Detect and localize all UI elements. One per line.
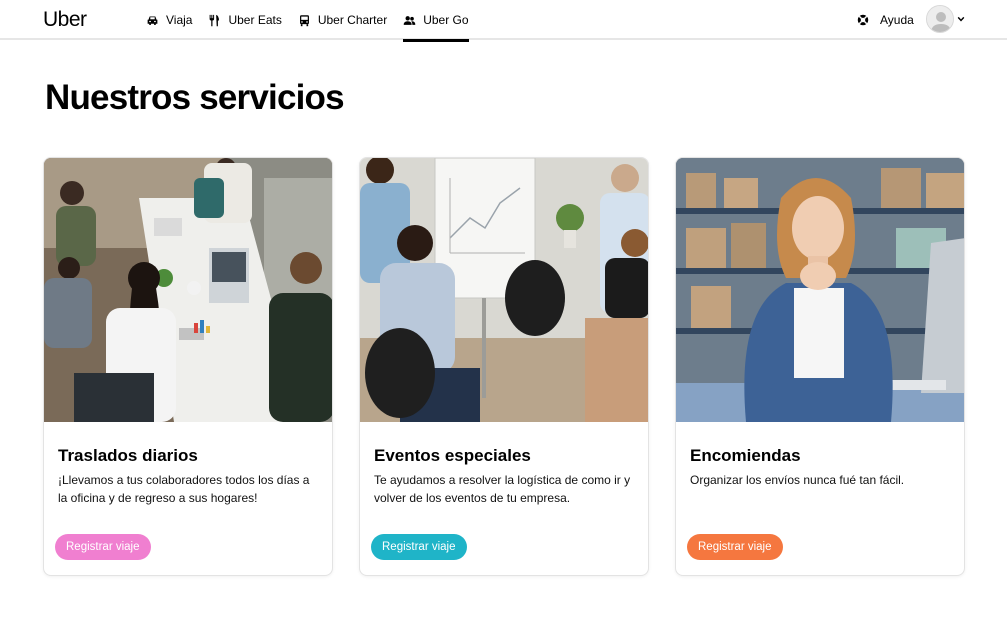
presentation-event-photo bbox=[360, 158, 648, 422]
car-icon bbox=[147, 15, 158, 25]
card-description: ¡Llevamos a tus colaboradores todos los … bbox=[58, 473, 310, 505]
card-description: Te ayudamos a resolver la logística de c… bbox=[374, 473, 631, 505]
user-silhouette-icon bbox=[927, 6, 953, 32]
register-trip-button[interactable]: Registrar viaje bbox=[687, 534, 783, 560]
nav-item-label: Uber Go bbox=[423, 13, 469, 27]
main-nav: Viaja Uber Eats Uber Charter Uber Go bbox=[146, 0, 485, 42]
nav-item-uber-eats[interactable]: Uber Eats bbox=[208, 0, 282, 40]
nav-item-uber-charter[interactable]: Uber Charter bbox=[298, 0, 387, 40]
lifebuoy-icon bbox=[857, 14, 869, 26]
card-title: Encomiendas bbox=[690, 446, 801, 465]
service-card-encomiendas: Encomiendas Organizar los envíos nunca f… bbox=[675, 157, 965, 576]
service-card-traslados: Traslados diarios ¡Llevamos a tus colabo… bbox=[43, 157, 333, 576]
nav-item-viaja[interactable]: Viaja bbox=[146, 0, 192, 40]
avatar bbox=[926, 5, 954, 33]
chevron-down-icon bbox=[957, 16, 965, 22]
help-label: Ayuda bbox=[880, 13, 914, 27]
uber-logo[interactable]: Uber bbox=[43, 8, 87, 32]
fork-knife-icon bbox=[210, 14, 220, 26]
account-menu[interactable] bbox=[926, 5, 965, 33]
top-navigation-bar: Uber Viaja Uber Eats Uber Charter Uber G… bbox=[0, 0, 1007, 42]
warehouse-woman-photo bbox=[676, 158, 964, 422]
register-trip-button[interactable]: Registrar viaje bbox=[371, 534, 467, 560]
bus-icon bbox=[299, 14, 309, 26]
service-card-eventos: Eventos especiales Te ayudamos a resolve… bbox=[359, 157, 649, 576]
register-trip-button[interactable]: Registrar viaje bbox=[55, 534, 151, 560]
card-title: Traslados diarios bbox=[58, 446, 198, 465]
nav-item-uber-go[interactable]: Uber Go bbox=[403, 0, 469, 42]
card-description: Organizar los envíos nunca fué tan fácil… bbox=[690, 473, 905, 487]
nav-item-label: Uber Charter bbox=[317, 13, 388, 27]
card-title: Eventos especiales bbox=[374, 446, 531, 465]
nav-item-label: Uber Eats bbox=[228, 13, 282, 27]
group-icon bbox=[403, 15, 416, 25]
nav-item-label: Viaja bbox=[166, 13, 193, 27]
page-title: Nuestros servicios bbox=[45, 78, 345, 117]
help-link[interactable]: Ayuda bbox=[857, 0, 914, 40]
office-meeting-photo bbox=[44, 158, 332, 422]
